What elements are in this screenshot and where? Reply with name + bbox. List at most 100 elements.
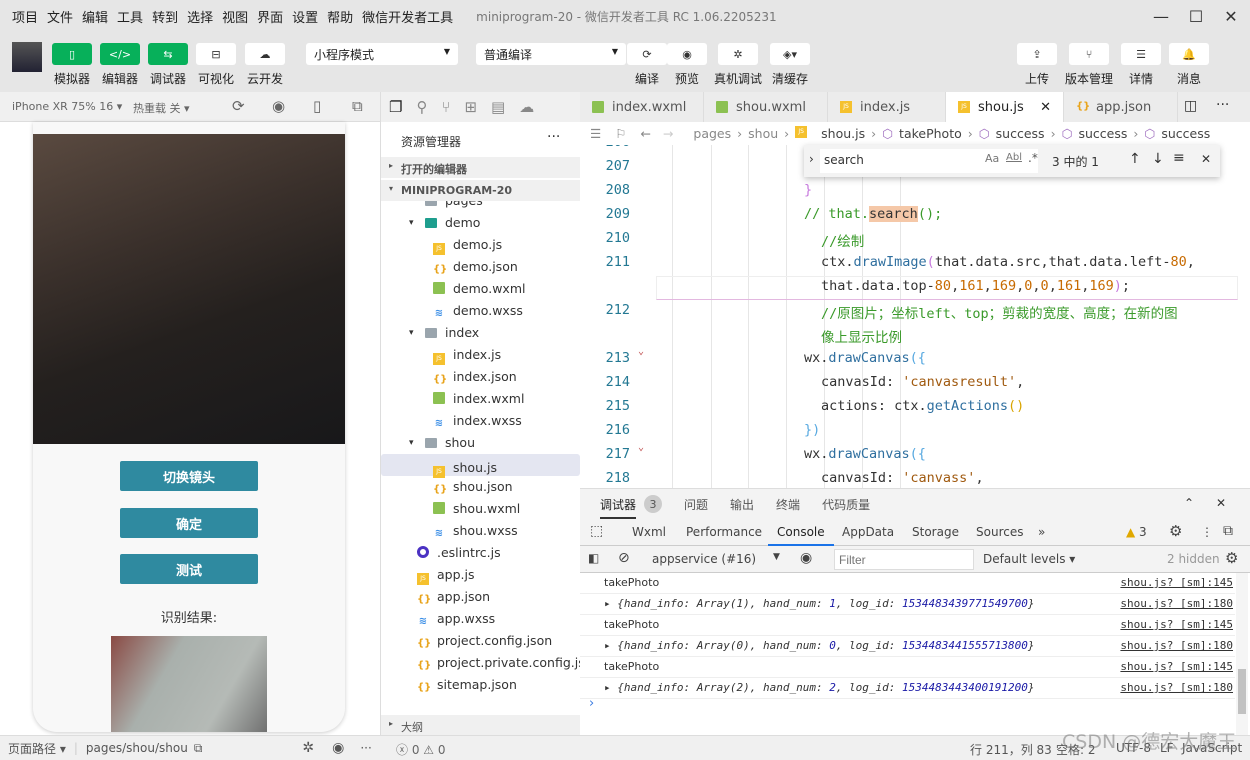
- record-icon[interactable]: ◉: [272, 97, 285, 115]
- breadcrumb-item[interactable]: success: [1161, 126, 1210, 141]
- collapse-icon[interactable]: ⌃: [1184, 496, 1194, 510]
- message-text[interactable]: ▸ {hand_info: Array(0), hand_num: 0, log…: [604, 636, 1035, 656]
- rotate-icon[interactable]: ⟳: [232, 97, 245, 115]
- more-vert-icon[interactable]: ⋮: [1201, 525, 1213, 539]
- next-match-icon[interactable]: ↓: [1152, 151, 1164, 167]
- tree-item-shou-js[interactable]: JS shou.js: [381, 454, 580, 478]
- compile-select[interactable]: 普通编译 ▼: [476, 43, 626, 65]
- layers-button[interactable]: ◈▾: [770, 43, 810, 65]
- tab-index-wxml[interactable]: index.wxml: [580, 92, 704, 122]
- tree-item-demo-wxml[interactable]: demo.wxml: [381, 278, 580, 300]
- regex-icon[interactable]: .*: [1028, 151, 1038, 165]
- whole-word-icon[interactable]: Abl: [1006, 152, 1022, 163]
- upload-button[interactable]: ⇪: [1017, 43, 1057, 65]
- console-settings-icon[interactable]: ⚙: [1225, 549, 1238, 567]
- menu-item[interactable]: 文件: [47, 7, 73, 26]
- branch-button[interactable]: ⑂: [1069, 43, 1109, 65]
- panel-tab-storage[interactable]: Storage: [912, 525, 959, 539]
- tree-item-index-wxss[interactable]: ≋ index.wxss: [381, 410, 580, 432]
- avatar[interactable]: [12, 42, 42, 72]
- tree-item-index[interactable]: ▾ index: [381, 322, 580, 344]
- filter-input[interactable]: [834, 549, 974, 570]
- tree-item-project-private-config-js-[interactable]: {} project.private.config.js...: [381, 652, 580, 674]
- tree-item-demo-wxss[interactable]: ≋ demo.wxss: [381, 300, 580, 322]
- panel-tab-sources[interactable]: Sources: [976, 525, 1023, 539]
- split-editor-icon[interactable]: ◫: [1184, 98, 1197, 114]
- menu-button[interactable]: ☰: [1121, 43, 1161, 65]
- devtools-tab-2[interactable]: 输出: [730, 496, 754, 513]
- menu-item[interactable]: 微信开发者工具: [362, 7, 453, 26]
- tree-item-app-js[interactable]: JS app.js: [381, 564, 580, 586]
- breadcrumb-item[interactable]: success: [996, 126, 1045, 141]
- breadcrumb-item[interactable]: shou.js: [821, 126, 865, 141]
- close-devtools-icon[interactable]: ✕: [1216, 496, 1226, 510]
- popout-icon[interactable]: ⧉: [352, 97, 363, 115]
- files-icon[interactable]: ❐: [389, 98, 402, 116]
- mode-select[interactable]: 小程序模式 ▼: [306, 43, 458, 65]
- breadcrumb-item[interactable]: pages: [693, 126, 731, 141]
- source-link[interactable]: shou.js? [sm]:145: [1120, 615, 1233, 635]
- message-text[interactable]: ▸ {hand_info: Array(2), hand_num: 2, log…: [604, 678, 1035, 698]
- minimize-button[interactable]: —: [1146, 4, 1176, 28]
- phone-button[interactable]: ▯: [52, 43, 92, 65]
- expand-icon[interactable]: ▸: [604, 639, 617, 652]
- panel-tab-performance[interactable]: Performance: [686, 525, 762, 539]
- breadcrumb-item[interactable]: shou: [748, 126, 778, 141]
- cursor-position[interactable]: 行 211，列 83: [970, 741, 1052, 758]
- source-link[interactable]: shou.js? [sm]:145: [1120, 573, 1233, 593]
- fold-chevron-icon[interactable]: ⌄: [638, 442, 644, 453]
- device-select[interactable]: iPhone XR 75% 16 ▾: [12, 100, 122, 113]
- warning-icon[interactable]: ▲: [1126, 525, 1135, 539]
- tree-item-shou-wxss[interactable]: ≋ shou.wxss: [381, 520, 580, 542]
- tree-item--eslintrc-js[interactable]: .eslintrc.js: [381, 542, 580, 564]
- eye-button[interactable]: ◉: [667, 43, 707, 65]
- previous-match-icon[interactable]: ↑: [1129, 151, 1141, 167]
- expand-icon[interactable]: ▸: [604, 597, 617, 610]
- menu-item[interactable]: 选择: [187, 7, 213, 26]
- more-icon[interactable]: ···: [360, 741, 371, 755]
- menu-item[interactable]: 设置: [292, 7, 318, 26]
- bug-icon[interactable]: ✲: [302, 740, 314, 756]
- back-icon[interactable]: ←: [640, 126, 650, 141]
- toggle-replace-icon[interactable]: ›: [809, 152, 814, 166]
- context-select[interactable]: appservice (#16): [652, 552, 756, 566]
- devtools-tab-0[interactable]: 调试器: [600, 496, 637, 519]
- panel-tab-appdata[interactable]: AppData: [842, 525, 894, 539]
- source-link[interactable]: shou.js? [sm]:180: [1120, 678, 1233, 698]
- tree-item-pages[interactable]: pages: [381, 201, 580, 212]
- project-section[interactable]: ▾ MINIPROGRAM-20: [381, 180, 580, 201]
- switch-camera-button[interactable]: 切换镜头: [120, 461, 258, 491]
- devtools-tab-4[interactable]: 代码质量: [822, 496, 870, 513]
- close-tab-icon[interactable]: ✕: [1040, 100, 1051, 115]
- chevron-down-icon[interactable]: ▼: [773, 552, 780, 562]
- search-icon[interactable]: ⚲: [416, 98, 427, 116]
- forward-icon[interactable]: →: [663, 126, 673, 141]
- problems-status[interactable]: ⓧ 0 ⚠ 0: [380, 735, 580, 760]
- match-case-icon[interactable]: Aa: [985, 152, 999, 165]
- page-path-label[interactable]: 页面路径 ▾: [8, 740, 66, 757]
- message-text[interactable]: ▸ {hand_info: Array(1), hand_num: 1, log…: [604, 594, 1035, 614]
- chevron-down-icon[interactable]: ▾: [409, 432, 414, 454]
- tab-shou-js[interactable]: JS shou.js ✕: [946, 92, 1064, 122]
- tree-item-shou[interactable]: ▾ shou: [381, 432, 580, 454]
- bookmark-icon[interactable]: ⚐: [615, 126, 626, 141]
- tree-item-shou-json[interactable]: {} shou.json: [381, 476, 580, 498]
- console-prompt[interactable]: ›: [589, 696, 594, 711]
- sliders-button[interactable]: ⇆: [148, 43, 188, 65]
- menu-item[interactable]: 转到: [152, 7, 178, 26]
- tab-index-js[interactable]: JS index.js: [828, 92, 946, 122]
- menu-item[interactable]: 编辑: [82, 7, 108, 26]
- breadcrumb-item[interactable]: takePhoto: [899, 126, 962, 141]
- tree-item-demo-js[interactable]: JS demo.js: [381, 234, 580, 256]
- bug-button[interactable]: ✲: [718, 43, 758, 65]
- tree-item-demo[interactable]: ▾ demo: [381, 212, 580, 234]
- dock-icon[interactable]: ⧉: [1223, 523, 1233, 539]
- storage-icon[interactable]: ▤: [491, 98, 505, 116]
- devtools-tab-1[interactable]: 问题: [684, 496, 708, 513]
- tree-item-app-json[interactable]: {} app.json: [381, 586, 580, 608]
- source-link[interactable]: shou.js? [sm]:180: [1120, 636, 1233, 656]
- tab-app-json[interactable]: {} app.json: [1064, 92, 1178, 122]
- layout-button[interactable]: ⊟: [196, 43, 236, 65]
- chevron-down-icon[interactable]: ▾: [409, 212, 414, 234]
- confirm-button[interactable]: 确定: [120, 508, 258, 538]
